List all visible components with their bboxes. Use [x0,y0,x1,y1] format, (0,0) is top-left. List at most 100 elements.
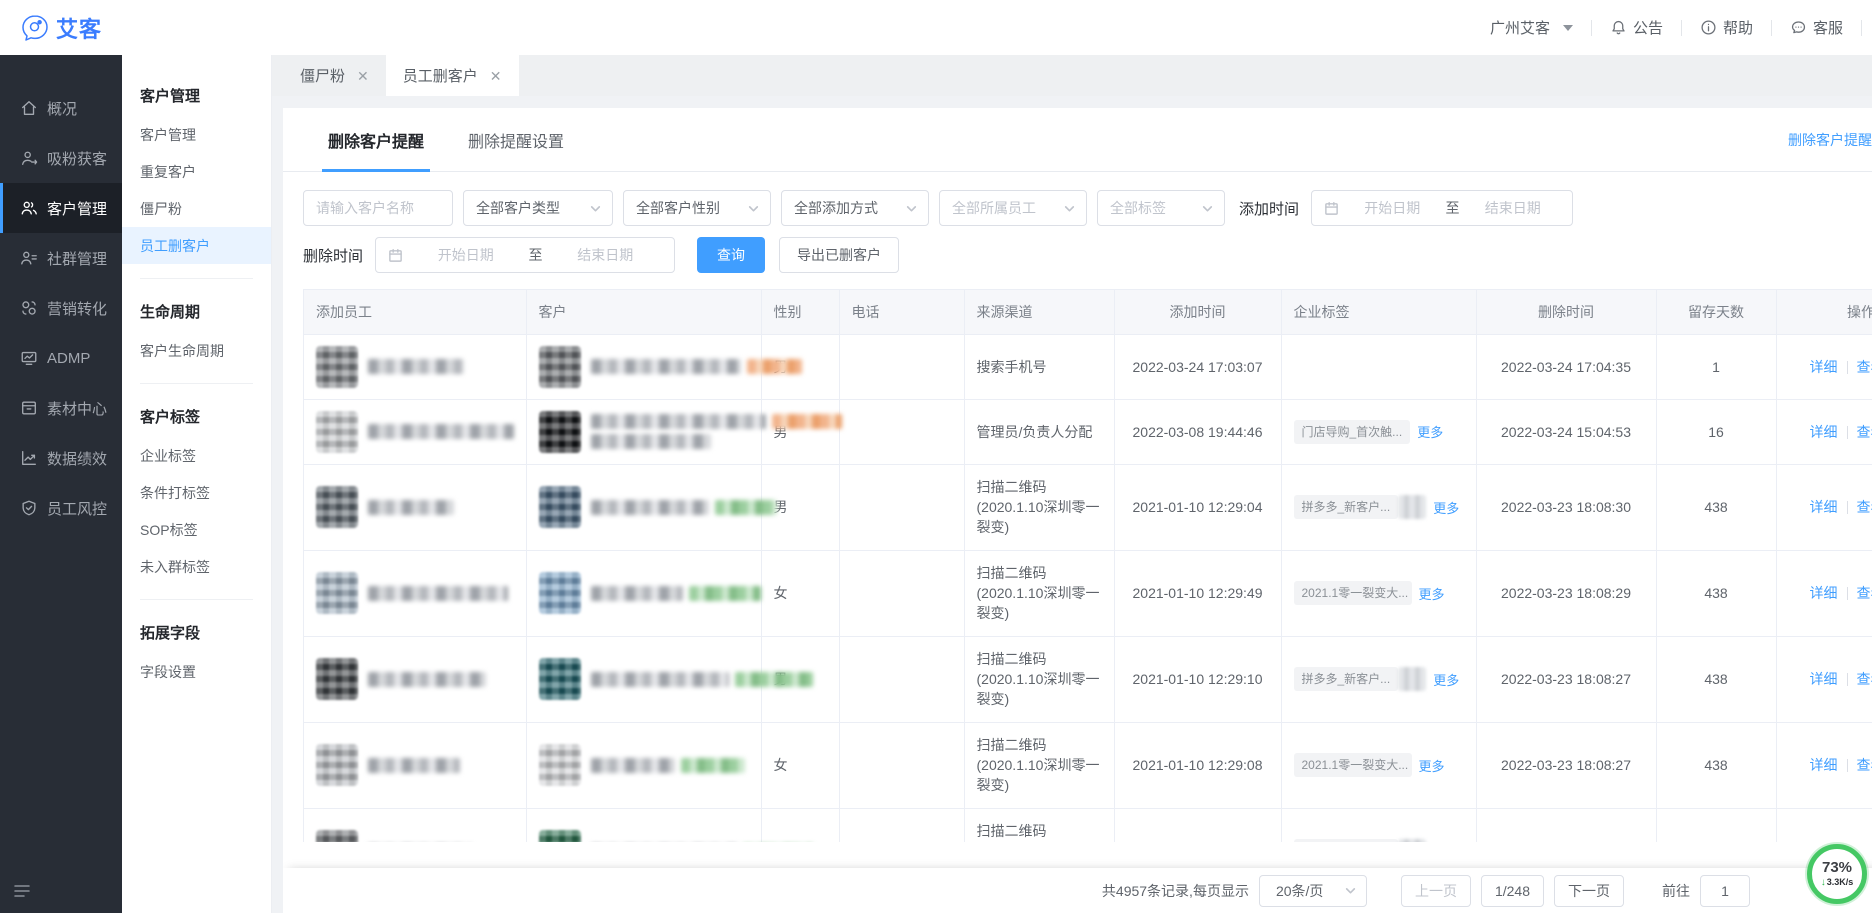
deleted-time-cell: 2022-03-24 17:04:35 [1476,334,1656,399]
submenu-item[interactable]: 字段设置 [122,653,271,690]
filter-select-1[interactable]: 全部客户性别 [623,190,771,226]
submenu-item[interactable]: 僵尸粉 [122,190,271,227]
detail-link[interactable]: 详细 [1810,671,1838,687]
filter-select-2[interactable]: 全部添加方式 [781,190,929,226]
gender-cell: 男 [761,808,839,842]
page-size-select[interactable]: 20条/页 [1259,875,1367,907]
export-deleted-button[interactable]: 导出已删客户 [779,237,899,273]
phone-cell [839,722,964,808]
staff-name-redacted [368,758,460,773]
source-cell: 扫描二维码(2020.1.10深圳零一裂变) [964,550,1114,636]
sidebar-item-3[interactable]: 社群管理 [0,233,122,283]
submenu-item[interactable]: 客户生命周期 [122,332,271,369]
sidebar-item-8[interactable]: 员工风控 [0,483,122,533]
customer-name-redacted [591,359,741,374]
sidebar-item-6[interactable]: 素材中心 [0,383,122,433]
sidebar-item-7[interactable]: 数据绩效 [0,433,122,483]
tab-delete-reminder-settings[interactable]: 删除提醒设置 [468,108,564,171]
staff-cell [304,722,526,808]
sidebar-item-1[interactable]: 吸粉获客 [0,133,122,183]
detail-link[interactable]: 详细 [1810,424,1838,440]
group-icon [20,249,38,267]
divider [140,383,253,384]
deleted-time-cell: 2022-03-23 18:08:30 [1476,464,1656,550]
retention-days-cell: 438 [1656,808,1776,842]
column-header: 操作 [1776,290,1872,334]
submenu-item[interactable]: 员工删客户 [122,227,271,264]
customer-name-input[interactable]: 请输入客户名称 [303,190,453,226]
more-tags-link[interactable]: 更多 [1433,673,1459,688]
prev-page-button[interactable]: 上一页 [1401,875,1471,907]
filter-select-4[interactable]: 全部标签 [1097,190,1225,226]
submenu-item[interactable]: 条件打标签 [122,474,271,511]
close-icon[interactable]: ✕ [490,69,502,83]
tab-delete-customer-reminder[interactable]: 删除客户提醒 [328,108,424,171]
deleted-time-cell: 2022-03-23 18:08:27 [1476,722,1656,808]
sidebar-item-0[interactable]: 概况 [0,83,122,133]
account-switcher[interactable]: 广州艾客 [1472,17,1591,38]
goto-page-input[interactable]: 1 [1700,875,1750,907]
add-time-label: 添加时间 [1239,198,1299,219]
customer-name-redacted [591,414,766,429]
sidebar-item-2[interactable]: 客户管理 [0,183,122,233]
detail-link[interactable]: 详细 [1810,499,1838,515]
source-cell: 扫描二维码(2020.1.10深圳零一裂变) [964,636,1114,722]
phone-cell [839,334,964,399]
view-chat-link[interactable]: 查看聊天 [1857,499,1872,515]
more-tags-link[interactable]: 更多 [1419,759,1445,774]
workspace-tab[interactable]: 僵尸粉✕ [283,55,386,96]
sidebar-item-5[interactable]: ADMP [0,333,122,383]
submenu-item[interactable]: 企业标签 [122,437,271,474]
table-row: 男搜索手机号2022-03-24 17:03:072022-03-24 17:0… [304,334,1872,399]
menu-collapse-icon[interactable] [12,881,32,901]
retention-days-cell: 438 [1656,722,1776,808]
add-time-range-picker[interactable]: 开始日期 至 结束日期 [1311,190,1573,226]
view-chat-link[interactable]: 查看聊天 [1857,585,1872,601]
customer-cell [526,808,761,842]
detail-link[interactable]: 详细 [1810,359,1838,375]
detail-link[interactable]: 详细 [1810,585,1838,601]
next-page-button[interactable]: 下一页 [1554,875,1624,907]
bell-icon [1610,19,1627,36]
customer-cell [526,550,761,636]
calendar-icon [388,248,403,263]
view-chat-link[interactable]: 查看聊天 [1857,359,1872,375]
view-chat-link[interactable]: 查看聊天 [1857,671,1872,687]
chevron-down-icon [589,202,602,215]
submenu-group-title: 拓展字段 [122,614,271,653]
search-button[interactable]: 查询 [697,237,765,273]
detail-link[interactable]: 详细 [1810,757,1838,773]
more-tags-link[interactable]: 更多 [1433,501,1459,516]
staff-avatar [316,411,358,453]
customer-cell [526,464,761,550]
tab-bar: 僵尸粉✕员工删客户✕ [272,55,1872,96]
more-tags-link[interactable]: 更多 [1419,587,1445,602]
filter-select-3[interactable]: 全部所属员工 [939,190,1087,226]
delete-time-range-picker[interactable]: 开始日期 至 结束日期 [375,237,675,273]
tutorial-link[interactable]: 删除客户提醒教程 [1788,108,1872,171]
customer-avatar [539,346,581,388]
column-header: 客户 [526,290,761,334]
close-icon[interactable]: ✕ [357,69,369,83]
filter-select-0[interactable]: 全部客户类型 [463,190,613,226]
submenu-item[interactable]: 重复客户 [122,153,271,190]
logo-bubble-icon [20,13,50,43]
customer-avatar [539,658,581,700]
network-monitor-badge[interactable]: 73% ↓ 3.3K/s [1807,844,1867,904]
view-chat-link[interactable]: 查看聊天 [1857,424,1872,440]
deleted-time-cell: 2022-03-24 15:04:53 [1476,399,1656,464]
sidebar-item-4[interactable]: 营销转化 [0,283,122,333]
goto-label: 前往 [1662,881,1690,901]
staff-avatar [316,658,358,700]
submenu-item[interactable]: SOP标签 [122,511,271,548]
menu-announcement[interactable]: 公告 [1592,17,1681,38]
menu-help[interactable]: 帮助 [1682,17,1771,38]
more-tags-link[interactable]: 更多 [1417,425,1443,440]
menu-support[interactable]: 客服 [1772,17,1861,38]
workspace-tab[interactable]: 员工删客户✕ [386,55,519,96]
submenu-item[interactable]: 客户管理 [122,116,271,153]
chevron-down-icon [1201,202,1214,215]
view-chat-link[interactable]: 查看聊天 [1857,757,1872,773]
column-header: 来源渠道 [964,290,1114,334]
submenu-item[interactable]: 未入群标签 [122,548,271,585]
